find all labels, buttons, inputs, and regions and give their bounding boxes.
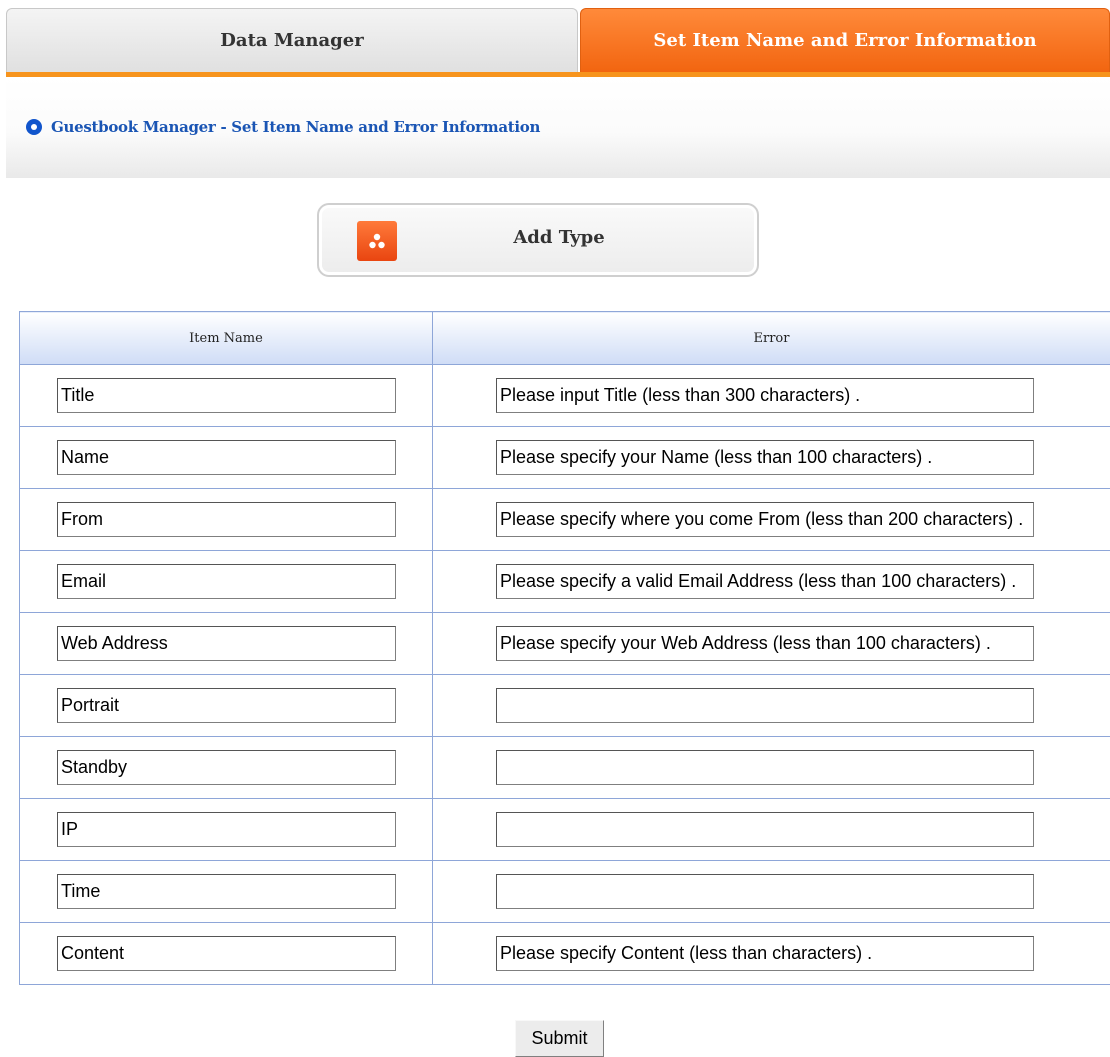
add-type-label: Add Type (513, 227, 605, 248)
item-name-input[interactable] (57, 440, 396, 475)
item-name-input[interactable] (57, 378, 396, 413)
page: Data Manager Set Item Name and Error Inf… (0, 0, 1110, 1057)
error-message-input[interactable] (496, 874, 1034, 909)
error-message-input[interactable] (496, 564, 1034, 599)
item-name-input[interactable] (57, 750, 396, 785)
item-name-input[interactable] (57, 688, 396, 723)
item-name-cell (19, 860, 433, 923)
item-name-cell (19, 922, 433, 985)
table-row (19, 736, 1110, 799)
error-cell (432, 922, 1110, 985)
error-message-input[interactable] (496, 936, 1034, 971)
tab-bar: Data Manager Set Item Name and Error Inf… (6, 8, 1110, 76)
error-cell (432, 612, 1110, 675)
column-header-error: Error (432, 311, 1110, 365)
error-message-input[interactable] (496, 440, 1034, 475)
submit-button[interactable]: Submit (515, 1020, 604, 1057)
error-message-input[interactable] (496, 812, 1034, 847)
item-name-cell (19, 488, 433, 551)
item-name-input[interactable] (57, 626, 396, 661)
error-cell (432, 550, 1110, 613)
table-row (19, 364, 1110, 427)
table-row (19, 612, 1110, 675)
error-message-input[interactable] (496, 626, 1034, 661)
item-name-cell (19, 364, 433, 427)
error-cell (432, 798, 1110, 861)
table-row (19, 798, 1110, 861)
page-heading: Guestbook Manager - Set Item Name and Er… (26, 118, 540, 136)
error-cell (432, 426, 1110, 489)
table-header-row: Item Name Error (19, 311, 1110, 365)
item-name-input[interactable] (57, 936, 396, 971)
error-cell (432, 860, 1110, 923)
error-message-input[interactable] (496, 378, 1034, 413)
error-cell (432, 674, 1110, 737)
item-name-cell (19, 550, 433, 613)
item-name-input[interactable] (57, 502, 396, 537)
table-row (19, 488, 1110, 551)
error-message-input[interactable] (496, 502, 1034, 537)
table-row (19, 550, 1110, 613)
item-name-input[interactable] (57, 874, 396, 909)
item-name-cell (19, 612, 433, 675)
add-type-icon (357, 221, 397, 261)
item-name-input[interactable] (57, 564, 396, 599)
error-cell (432, 364, 1110, 427)
item-table: Item Name Error (19, 311, 1110, 985)
tab-set-item-name-error[interactable]: Set Item Name and Error Information (580, 8, 1110, 72)
table-row (19, 674, 1110, 737)
column-header-item-name: Item Name (19, 311, 433, 365)
tab-set-item-name-error-label: Set Item Name and Error Information (653, 30, 1037, 51)
item-name-input[interactable] (57, 812, 396, 847)
item-name-cell (19, 426, 433, 489)
table-row (19, 922, 1110, 985)
item-name-cell (19, 674, 433, 737)
error-message-input[interactable] (496, 750, 1034, 785)
error-cell (432, 488, 1110, 551)
tab-data-manager[interactable]: Data Manager (6, 8, 578, 72)
table-row (19, 860, 1110, 923)
item-name-cell (19, 736, 433, 799)
tab-data-manager-label: Data Manager (220, 30, 364, 51)
radio-bullet-icon (26, 119, 42, 135)
add-type-button[interactable]: Add Type (317, 203, 759, 277)
add-type-icon-glyph (369, 233, 385, 249)
error-message-input[interactable] (496, 688, 1034, 723)
error-cell (432, 736, 1110, 799)
table-row (19, 426, 1110, 489)
page-heading-text: Guestbook Manager - Set Item Name and Er… (51, 118, 541, 136)
item-name-cell (19, 798, 433, 861)
